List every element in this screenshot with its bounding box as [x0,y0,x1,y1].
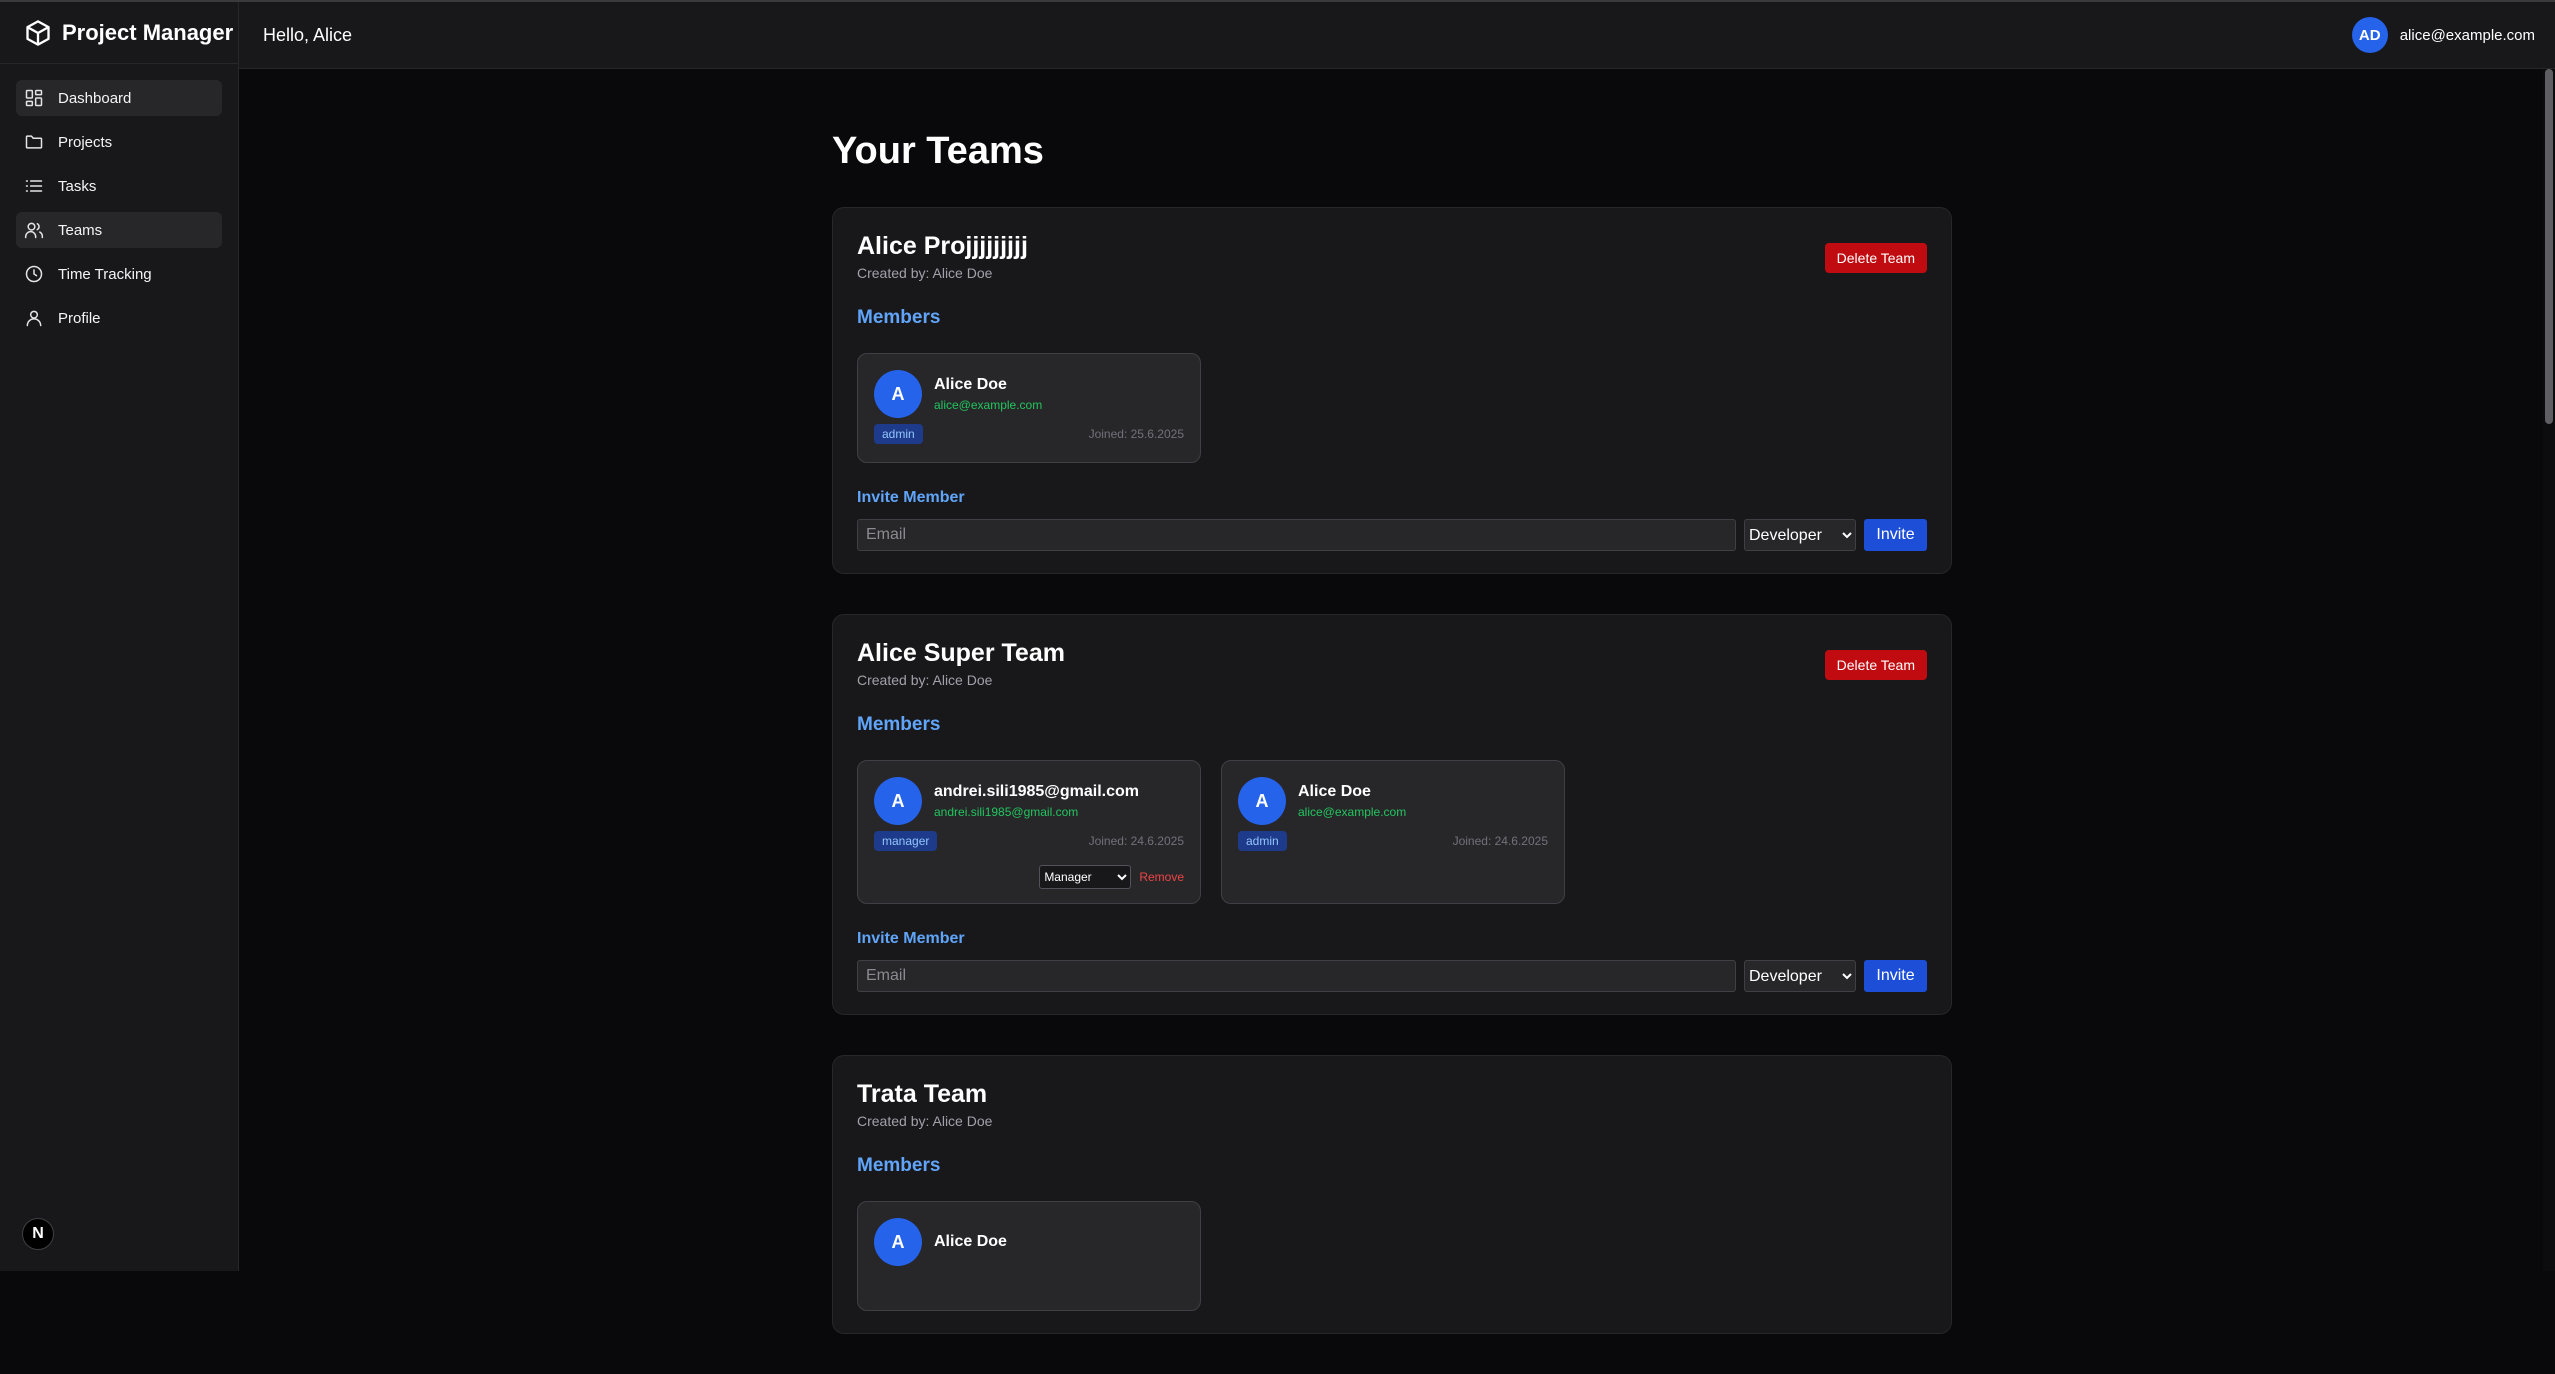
invite-form: Developer Invite [857,960,1927,992]
member-avatar: A [1238,777,1286,825]
members-list: A andrei.sili1985@gmail.com andrei.sili1… [857,760,1927,904]
folder-icon [25,135,43,149]
sidebar-item-label: Projects [58,133,113,151]
member-email: alice@example.com [934,398,1043,412]
sidebar-item-dashboard[interactable]: Dashboard [16,80,222,116]
sidebar-item-label: Dashboard [58,89,132,107]
member-card: A andrei.sili1985@gmail.com andrei.sili1… [857,760,1201,904]
sidebar-nav: Dashboard Projects Tasks Teams Time Trac… [0,64,238,336]
sidebar-item-tasks[interactable]: Tasks [16,168,222,204]
team-card: Alice Projjjjjjjjj Created by: Alice Doe… [832,207,1952,574]
team-created-by: Created by: Alice Doe [857,672,993,688]
avatar[interactable]: AD [2351,17,2388,53]
invite-email-input[interactable] [857,519,1736,551]
invite-role-select[interactable]: Developer [1744,960,1856,992]
greeting: Hello, Alice [263,24,353,45]
members-heading: Members [857,714,941,735]
team-name: Alice Super Team [857,639,1065,667]
cube-icon [26,19,50,46]
sidebar-item-projects[interactable]: Projects [16,124,222,160]
member-name: Alice Doe [1298,783,1371,800]
team-name: Trata Team [857,1080,988,1108]
member-card: A Alice Doe alice@example.com admin Join… [857,353,1201,463]
clock-icon [25,265,43,283]
team-created-by: Created by: Alice Doe [857,1113,993,1129]
invite-button[interactable]: Invite [1864,960,1927,992]
members-list: A Alice Doe alice@example.com admin Join… [857,353,1927,463]
user-menu[interactable]: AD alice@example.com [2351,17,2535,53]
app-title: Project Manager [62,19,234,45]
user-icon [26,310,42,327]
sidebar-item-label: Profile [58,309,101,327]
role-badge: manager [874,831,938,851]
member-name: andrei.sili1985@gmail.com [934,783,1140,800]
invite-button[interactable]: Invite [1864,519,1927,551]
sidebar-item-teams[interactable]: Teams [16,212,222,248]
member-card: A Alice Doe alice@example.com admin Join… [1221,760,1565,904]
role-badge: admin [1238,831,1287,851]
dashboard-icon [25,89,43,107]
member-email: alice@example.com [1298,805,1407,819]
main-content: Your Teams Alice Projjjjjjjjj Created by… [832,130,1952,1374]
member-joined-date: Joined: 25.6.2025 [1088,427,1184,441]
member-joined-date: Joined: 24.6.2025 [1088,834,1184,848]
member-name: Alice Doe [934,376,1007,393]
brand[interactable]: Project Manager [0,2,238,64]
page-title: Your Teams [832,130,1044,172]
members-heading: Members [857,307,941,328]
sidebar-item-label: Time Tracking [58,265,152,283]
member-name: Alice Doe [934,1233,1007,1250]
members-list: A Alice Doe [857,1201,1927,1311]
invite-form: Developer Invite [857,519,1927,551]
sidebar: Project Manager Dashboard Projects Tasks… [0,2,239,1271]
user-email: alice@example.com [2399,26,2535,44]
scrollbar-thumb[interactable] [2545,69,2553,424]
member-avatar: A [874,370,922,418]
sidebar-item-label: Tasks [58,177,97,195]
delete-team-button[interactable]: Delete Team [1824,650,1927,680]
nextjs-dev-badge[interactable]: N [22,1218,54,1250]
member-role-select[interactable]: Manager [1039,865,1132,889]
invite-member-heading: Invite Member [857,930,965,947]
team-card: Alice Super Team Created by: Alice Doe D… [832,614,1952,1015]
invite-email-input[interactable] [857,960,1736,992]
team-name: Alice Projjjjjjjjj [857,232,1028,260]
member-avatar: A [874,777,922,825]
member-avatar: A [874,1218,922,1266]
invite-member-heading: Invite Member [857,489,965,506]
member-email: andrei.sili1985@gmail.com [934,805,1079,819]
page-scrollbar[interactable] [2543,69,2555,1271]
sidebar-item-profile[interactable]: Profile [16,300,222,336]
sidebar-item-label: Teams [58,221,103,239]
sidebar-item-time-tracking[interactable]: Time Tracking [16,256,222,292]
member-card: A Alice Doe [857,1201,1201,1311]
invite-role-select[interactable]: Developer [1744,519,1856,551]
members-heading: Members [857,1155,941,1176]
list-icon [25,180,43,192]
users-icon [24,222,44,239]
team-created-by: Created by: Alice Doe [857,265,993,281]
delete-team-button[interactable]: Delete Team [1824,243,1927,273]
remove-member-button[interactable]: Remove [1139,870,1184,884]
team-card: Trata Team Created by: Alice Doe Members… [832,1055,1952,1334]
top-header: Hello, Alice AD alice@example.com [239,2,2555,69]
role-badge: admin [874,424,923,444]
member-joined-date: Joined: 24.6.2025 [1452,834,1548,848]
